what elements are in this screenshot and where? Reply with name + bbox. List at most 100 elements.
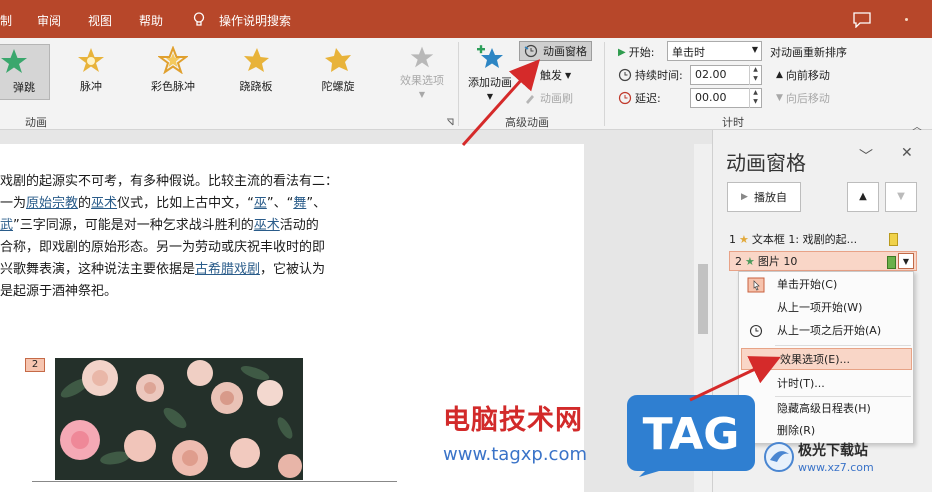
hyperlink[interactable]: 巫术 [254,218,280,233]
trigger-icon [526,70,532,81]
paragraph-line: 是起源于酒神祭祀。 [0,280,117,299]
animation-list-item[interactable]: 1 ★ 文本框 1: 戏剧的起... [729,229,917,249]
move-later-button[interactable]: ▼ 向后移动 [776,90,830,106]
menu-separator [775,396,911,397]
menu-item-help[interactable]: 帮助 [139,12,163,29]
move-later-label: 向后移动 [785,92,830,105]
menu-item-draw[interactable]: 制 [0,12,12,29]
start-select[interactable]: 单击时 ▼ [667,41,762,61]
item-number: 1 [729,232,736,246]
menu-item-after-previous[interactable]: 从上一项之后开始(A) [739,320,913,342]
delay-stepper[interactable]: ▲ ▼ [749,88,761,108]
pane-title: 动画窗格 [726,151,806,175]
duration-input[interactable]: 02.00 ▲ ▼ [690,65,762,85]
animation-pane-button[interactable]: 动画窗格 [519,41,592,61]
hyperlink[interactable]: 原始宗教 [26,196,78,211]
text-run: 的 [78,196,92,211]
menu-item-effect-options[interactable]: 效果选项(E)... [741,348,912,370]
delay-input[interactable]: 00.00 ▲ ▼ [690,88,762,108]
chevron-down-icon[interactable]: ﹀ [859,146,873,166]
menu-item-label: 单击开始(C) [777,278,838,291]
item-dropdown-button[interactable]: ▼ [898,253,914,269]
chevron-down-icon: ▼ [751,45,758,54]
menu-item-with-previous[interactable]: 从上一项开始(W) [739,297,913,319]
menu-item-label: 隐藏高级日程表(H) [777,402,871,415]
menu-item-timing[interactable]: 计时(T)... [739,373,913,395]
text-run: ”、 [306,196,327,211]
duration-label: 持续时间: [618,67,683,83]
animation-teeter[interactable]: 跷跷板 [220,44,292,100]
text-run: 一为 [0,196,27,211]
hyperlink[interactable]: 舞 [293,196,306,211]
paragraph-line: 戏剧的起源实不可考，有多种假说。比较主流的看法有二： [0,170,338,189]
menu-item-review[interactable]: 审阅 [37,12,61,29]
animation-bounce[interactable]: 弹跳 [0,44,50,100]
watermark-site-name: 电脑技术网 [443,405,583,436]
text-run: 仪式，比如上古中文，“ [117,196,254,211]
group-label-animation: 动画 [25,116,47,129]
more-icon[interactable] [905,18,908,21]
hyperlink[interactable]: 巫 [254,196,267,211]
animation-spin[interactable]: 陀螺旋 [302,44,374,100]
menu-item-remove[interactable]: 删除(R) [739,420,913,442]
animation-painter-button[interactable]: 动画刷 [523,90,573,106]
teeter-star-icon [244,48,269,72]
slide-page: 戏剧的起源实不可考，有多种假说。比较主流的看法有二： 一为原始宗教的巫术仪式，比如… [0,144,584,492]
mouse-click-icon [747,277,765,293]
hyperlink[interactable]: 巫术 [91,196,117,211]
close-icon[interactable]: ✕ [901,145,913,161]
animation-list-item-selected[interactable]: 2 ★ 图片 10 ▼ [729,251,917,271]
hyperlink[interactable]: 武 [0,218,13,233]
paragraph-line: 兴歌舞表演，这种说法主要依据是古希腊戏剧，它被认为 [0,258,325,277]
tell-me-search[interactable]: 操作说明搜索 [219,12,291,29]
scrollbar-thumb[interactable] [698,264,708,334]
move-down-button[interactable]: ▼ [885,182,917,212]
roses-picture[interactable] [55,358,303,480]
menu-item-label: 效果选项(E)... [780,353,851,366]
timeline-marker [887,256,896,269]
item-label: 文本框 1: 戏剧的起... [751,233,858,246]
animation-color-pulse[interactable]: 彩色脉冲 [137,44,209,100]
clock-icon [618,68,632,82]
chevron-down-icon: ▼ [902,257,910,266]
play-from-button[interactable]: ▶ 播放自 [727,182,801,212]
trigger-label: 触发 [540,69,562,82]
text-run: ，它被认为 [260,262,326,277]
text-run: 是起源于酒神祭祀。 [0,284,118,299]
menu-item-hide-timeline[interactable]: 隐藏高级日程表(H) [739,398,913,420]
add-animation-icon [477,45,503,68]
add-animation-label: 添加动画 [468,76,512,89]
color-pulse-star-icon [158,46,188,74]
item-number: 2 [735,254,742,268]
add-animation-button[interactable]: 添加动画 ▼ [468,42,512,101]
comment-icon[interactable] [853,12,871,28]
play-icon: ▶ [741,192,748,202]
tag-logo-text: TAG [643,409,740,460]
text-run: 合称，即戏剧的原始形态。另一为劳动或庆祝丰收时的即 [0,240,326,255]
effect-options-button[interactable]: 效果选项 ▼ [400,44,444,99]
menu-item-view[interactable]: 视图 [88,12,112,29]
animation-order-badge: 2 [25,358,45,372]
menu-separator [775,345,911,346]
duration-stepper[interactable]: ▲ ▼ [749,65,761,85]
delay-text: 延迟: [635,92,661,105]
paragraph-line: 武”三字同源，可能是对一种乞求战斗胜利的巫术活动的 [0,214,319,233]
hyperlink[interactable]: 古希腊戏剧 [195,262,260,277]
dialog-launcher-icon[interactable] [446,118,454,126]
group-label-timing: 计时 [722,116,744,129]
context-menu: 单击开始(C) 从上一项开始(W) 从上一项之后开始(A) 效果选项(E)...… [738,271,914,444]
play-from-label: 播放自 [753,191,787,204]
delay-clock-icon [618,91,632,105]
paragraph-line: 一为原始宗教的巫术仪式，比如上古中文，“巫”、“舞”、 [0,192,326,211]
menu-item-start-on-click[interactable]: 单击开始(C) [739,274,913,296]
text-run: 兴歌舞表演，这种说法主要依据是 [0,262,196,277]
ribbon-divider [458,42,459,126]
move-earlier-button[interactable]: ▲ 向前移动 [776,67,830,83]
delay-label: 延迟: [618,90,661,106]
duration-value: 02.00 [695,68,727,81]
trigger-button[interactable]: 触发 ▼ [523,67,571,83]
animation-pulse[interactable]: 脉冲 [55,44,127,100]
move-up-button[interactable]: ▲ [847,182,879,212]
animation-label: 跷跷板 [239,80,273,93]
tag-logo: TAG [627,395,755,477]
